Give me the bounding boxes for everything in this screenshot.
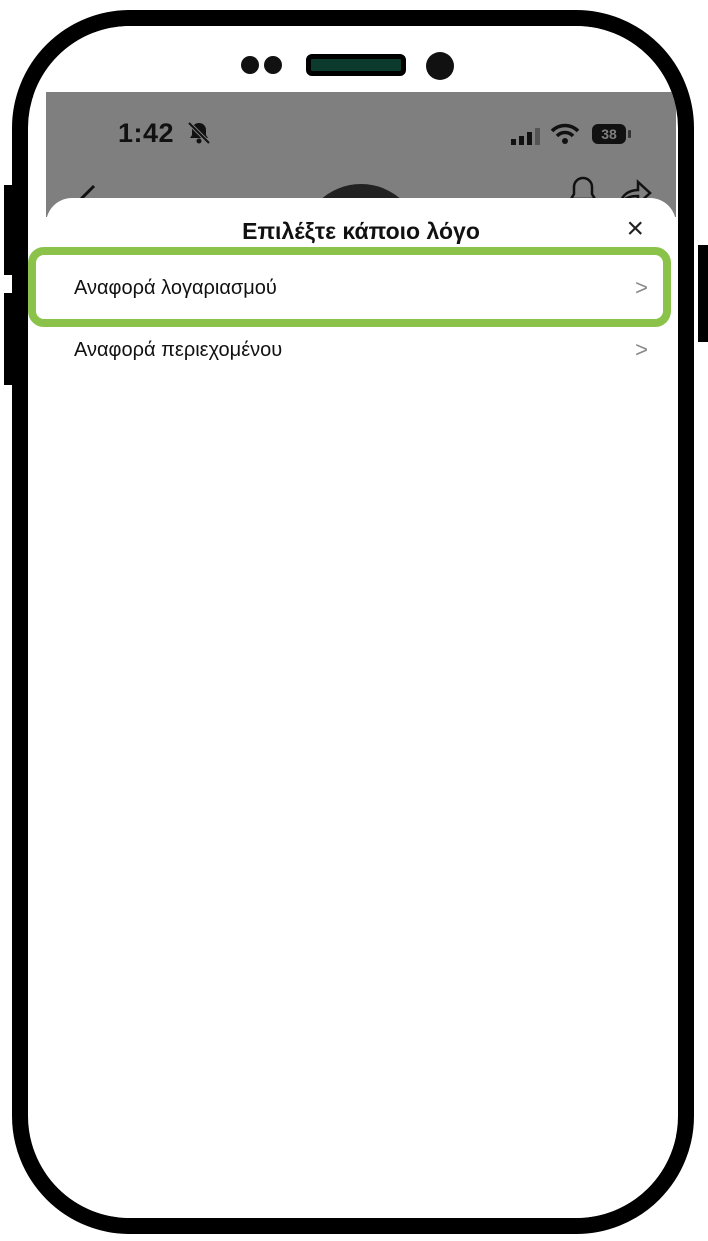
battery-icon: 38 <box>592 124 626 144</box>
reason-sheet: Επιλέξτε κάποιο λόγο × Αναφορά λογαριασμ… <box>46 198 676 1218</box>
list-item-label: Αναφορά λογαριασμού <box>74 276 277 299</box>
wifi-icon <box>550 123 580 144</box>
phone-side-button-right <box>698 245 708 342</box>
top-bezel <box>28 26 678 96</box>
battery-tip <box>628 130 631 138</box>
sheet-title: Επιλέξτε κάποιο λόγο <box>242 218 480 244</box>
phone-screen: 1:42 38 Επιλέξτε κάποιο λόγο × Αναφορά λ… <box>46 92 676 1218</box>
battery-level: 38 <box>601 126 617 142</box>
chevron-right-icon: > <box>635 275 648 300</box>
list-item-label: Αναφορά περιεχομένου <box>74 338 283 361</box>
signal-icon <box>511 128 540 145</box>
report-account-item[interactable]: Αναφορά λογαριασμού > <box>46 260 676 316</box>
phone-frame: 1:42 38 Επιλέξτε κάποιο λόγο × Αναφορά λ… <box>12 10 694 1234</box>
front-camera <box>426 52 454 80</box>
sensor-dot <box>264 56 282 74</box>
earpiece-speaker <box>306 54 406 76</box>
sensor-dot <box>241 56 259 74</box>
close-icon[interactable]: × <box>626 214 644 244</box>
report-content-item[interactable]: Αναφορά περιεχομένου > <box>46 322 676 378</box>
chevron-right-icon: > <box>635 337 648 362</box>
bell-off-icon <box>187 121 211 145</box>
status-time: 1:42 <box>118 118 175 148</box>
